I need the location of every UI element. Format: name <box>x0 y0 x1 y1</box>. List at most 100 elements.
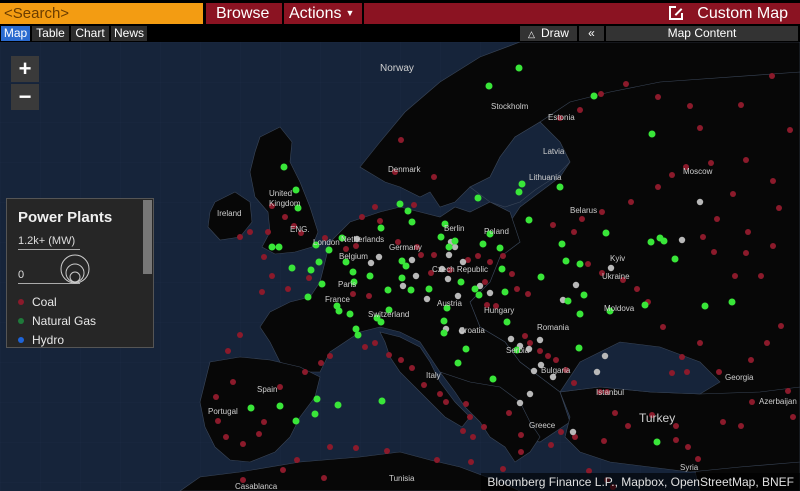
coal-plant-marker[interactable] <box>685 444 691 450</box>
coal-plant-marker[interactable] <box>598 91 604 97</box>
coal-plant-marker[interactable] <box>282 214 288 220</box>
coal-plant-marker[interactable] <box>215 418 221 424</box>
coal-plant-marker[interactable] <box>679 354 685 360</box>
coal-plant-marker[interactable] <box>700 234 706 240</box>
nuclear-plant-marker[interactable] <box>408 256 416 264</box>
coal-plant-marker[interactable] <box>749 399 755 405</box>
coal-plant-marker[interactable] <box>470 434 476 440</box>
coal-plant-marker[interactable] <box>359 214 365 220</box>
coal-plant-marker[interactable] <box>745 229 751 235</box>
gas-plant-marker[interactable] <box>318 280 326 288</box>
collapse-button[interactable]: « <box>579 26 604 41</box>
gas-plant-marker[interactable] <box>304 293 312 301</box>
coal-plant-marker[interactable] <box>437 391 443 397</box>
coal-plant-marker[interactable] <box>748 357 754 363</box>
coal-plant-marker[interactable] <box>398 357 404 363</box>
map-content-button[interactable]: Map Content <box>606 26 798 41</box>
coal-plant-marker[interactable] <box>475 253 481 259</box>
gas-plant-marker[interactable] <box>396 200 404 208</box>
coal-plant-marker[interactable] <box>585 261 591 267</box>
coal-plant-marker[interactable] <box>697 340 703 346</box>
tab-news[interactable]: News <box>111 26 147 41</box>
coal-plant-marker[interactable] <box>434 457 440 463</box>
coal-plant-marker[interactable] <box>720 419 726 425</box>
nuclear-plant-marker[interactable] <box>444 275 452 283</box>
coal-plant-marker[interactable] <box>577 107 583 113</box>
coal-plant-marker[interactable] <box>384 448 390 454</box>
coal-plant-marker[interactable] <box>261 419 267 425</box>
coal-plant-marker[interactable] <box>398 137 404 143</box>
gas-plant-marker[interactable] <box>404 207 412 215</box>
gas-plant-marker[interactable] <box>377 224 385 232</box>
coal-plant-marker[interactable] <box>377 218 383 224</box>
gas-plant-marker[interactable] <box>474 194 482 202</box>
gas-plant-marker[interactable] <box>653 438 661 446</box>
coal-plant-marker[interactable] <box>655 94 661 100</box>
nuclear-plant-marker[interactable] <box>507 335 515 343</box>
gas-plant-marker[interactable] <box>437 233 445 241</box>
nuclear-plant-marker[interactable] <box>423 295 431 303</box>
search-input[interactable]: <Search> <box>0 3 203 24</box>
gas-plant-marker[interactable] <box>660 237 668 245</box>
nuclear-plant-marker[interactable] <box>516 399 524 407</box>
coal-plant-marker[interactable] <box>259 289 265 295</box>
gas-plant-marker[interactable] <box>525 216 533 224</box>
coal-plant-marker[interactable] <box>628 199 634 205</box>
coal-plant-marker[interactable] <box>362 344 368 350</box>
coal-plant-marker[interactable] <box>623 81 629 87</box>
coal-plant-marker[interactable] <box>525 291 531 297</box>
gas-plant-marker[interactable] <box>580 291 588 299</box>
legend-scrollbar[interactable] <box>143 200 152 274</box>
coal-plant-marker[interactable] <box>548 442 554 448</box>
coal-plant-marker[interactable] <box>770 243 776 249</box>
coal-plant-marker[interactable] <box>372 340 378 346</box>
nuclear-plant-marker[interactable] <box>445 251 453 259</box>
zoom-in-button[interactable]: + <box>11 56 39 82</box>
coal-plant-marker[interactable] <box>545 353 551 359</box>
nuclear-plant-marker[interactable] <box>526 390 534 398</box>
coal-plant-marker[interactable] <box>372 204 378 210</box>
coal-plant-marker[interactable] <box>518 432 524 438</box>
coal-plant-marker[interactable] <box>738 102 744 108</box>
gas-plant-marker[interactable] <box>564 297 572 305</box>
coal-plant-marker[interactable] <box>697 125 703 131</box>
coal-plant-marker[interactable] <box>350 291 356 297</box>
coal-plant-marker[interactable] <box>230 379 236 385</box>
coal-plant-marker[interactable] <box>460 428 466 434</box>
coal-plant-marker[interactable] <box>684 369 690 375</box>
coal-plant-marker[interactable] <box>537 348 543 354</box>
coal-plant-marker[interactable] <box>695 456 701 462</box>
coal-plant-marker[interactable] <box>247 229 253 235</box>
coal-plant-marker[interactable] <box>714 216 720 222</box>
gas-plant-marker[interactable] <box>313 395 321 403</box>
gas-plant-marker[interactable] <box>445 243 453 251</box>
coal-plant-marker[interactable] <box>711 249 717 255</box>
gas-plant-marker[interactable] <box>268 243 276 251</box>
gas-plant-marker[interactable] <box>558 240 566 248</box>
gas-plant-marker[interactable] <box>349 268 357 276</box>
nuclear-plant-marker[interactable] <box>375 253 383 261</box>
coal-plant-marker[interactable] <box>790 414 796 420</box>
coal-plant-marker[interactable] <box>743 157 749 163</box>
coal-plant-marker[interactable] <box>463 401 469 407</box>
coal-plant-marker[interactable] <box>240 441 246 447</box>
gas-plant-marker[interactable] <box>498 265 506 273</box>
gas-plant-marker[interactable] <box>590 92 598 100</box>
browse-button[interactable]: Browse <box>206 3 282 24</box>
coal-plant-marker[interactable] <box>213 394 219 400</box>
coal-plant-marker[interactable] <box>634 286 640 292</box>
coal-plant-marker[interactable] <box>743 250 749 256</box>
gas-plant-marker[interactable] <box>440 329 448 337</box>
gas-plant-marker[interactable] <box>518 180 526 188</box>
gas-plant-marker[interactable] <box>408 218 416 226</box>
coal-plant-marker[interactable] <box>431 174 437 180</box>
gas-plant-marker[interactable] <box>515 64 523 72</box>
coal-plant-marker[interactable] <box>327 353 333 359</box>
gas-plant-marker[interactable] <box>377 318 385 326</box>
coal-plant-marker[interactable] <box>571 380 577 386</box>
coal-plant-marker[interactable] <box>294 457 300 463</box>
coal-plant-marker[interactable] <box>509 271 515 277</box>
nuclear-plant-marker[interactable] <box>451 243 459 251</box>
tab-map[interactable]: Map <box>1 26 30 41</box>
nuclear-plant-marker[interactable] <box>696 198 704 206</box>
